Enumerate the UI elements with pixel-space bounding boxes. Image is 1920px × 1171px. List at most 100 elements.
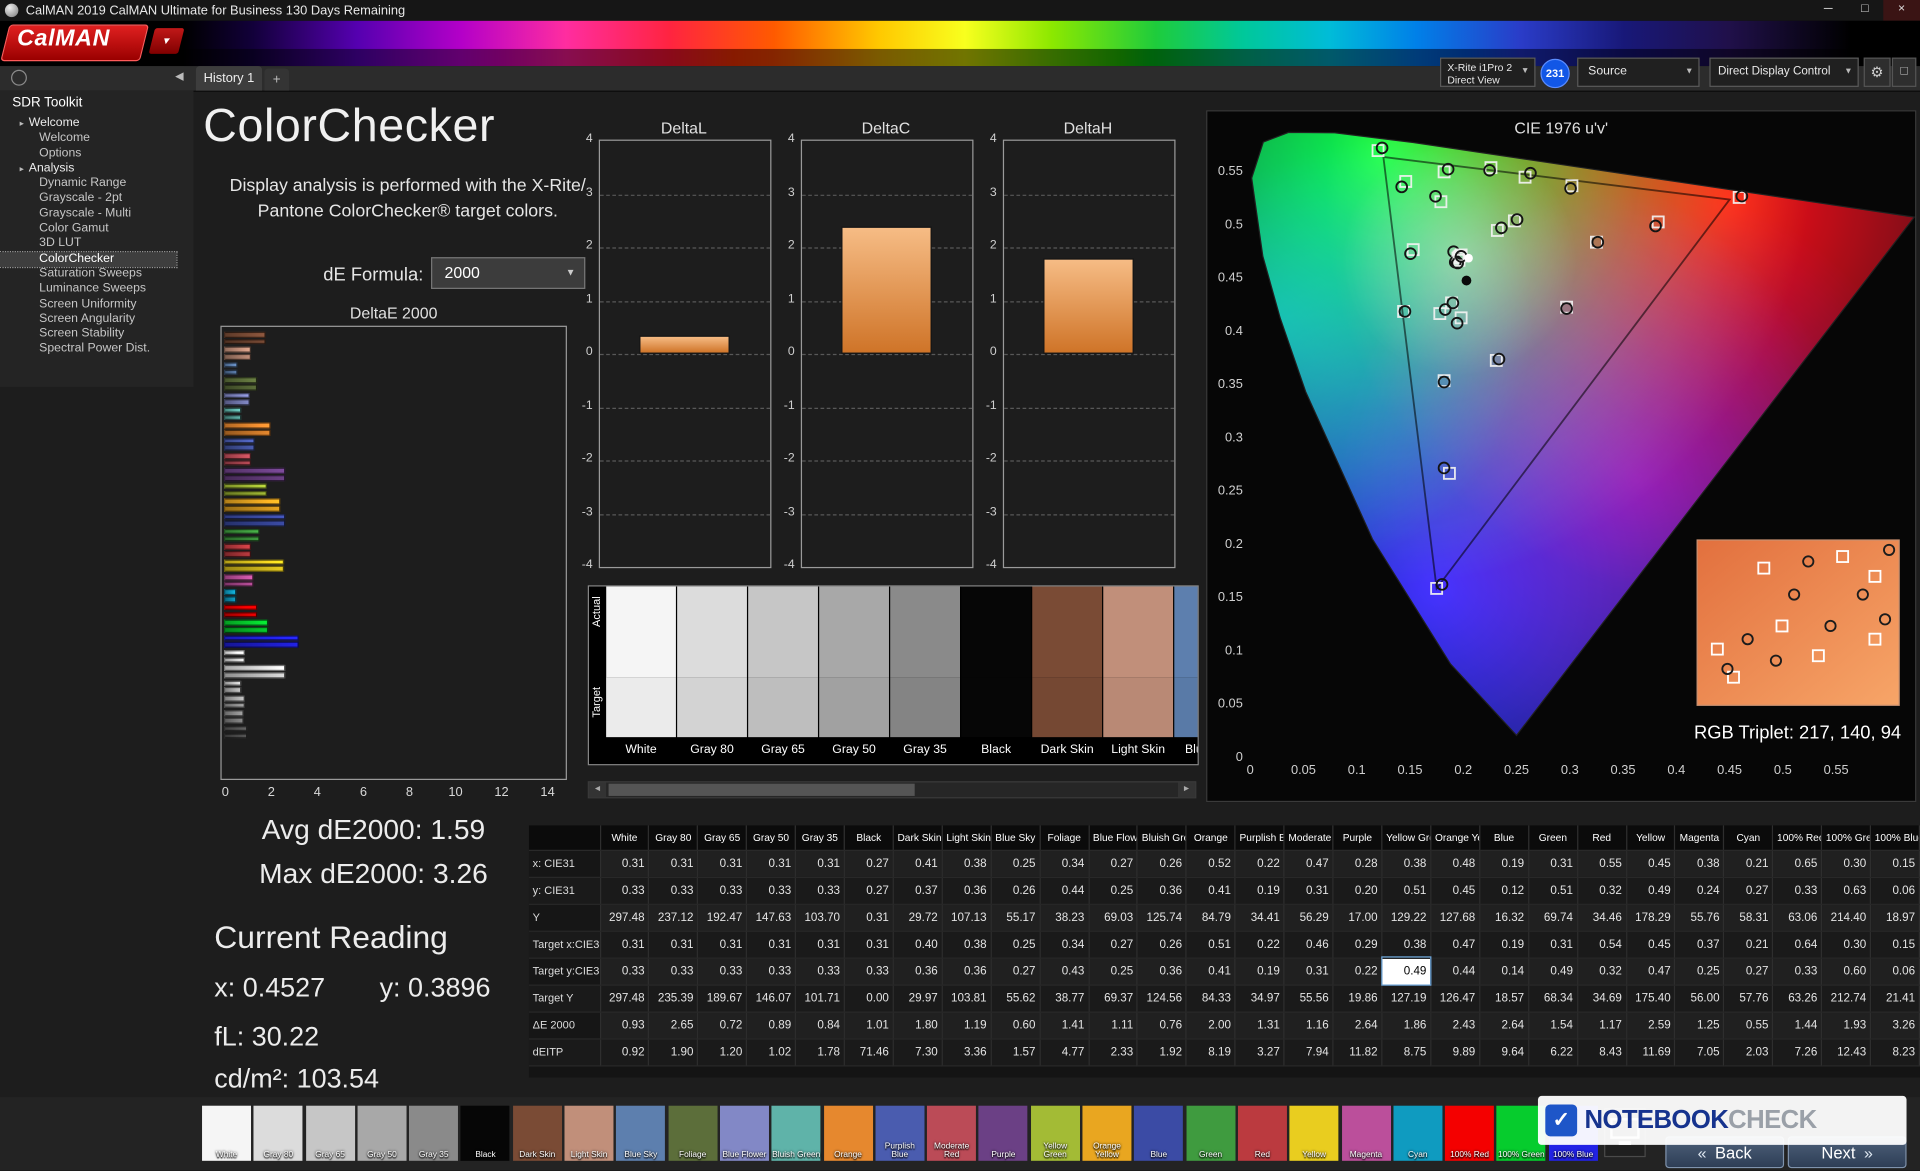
table-cell[interactable]: 1.92 (1137, 1038, 1187, 1066)
sidebar-item-screen-stability[interactable]: Screen Stability (0, 327, 193, 342)
table-cell[interactable]: 0.38 (942, 930, 992, 959)
table-cell[interactable]: 16.32 (1479, 903, 1530, 932)
table-cell[interactable]: 0.51 (1186, 930, 1236, 959)
table-cell[interactable]: 0.15 (1870, 849, 1920, 878)
table-cell[interactable]: 0.33 (844, 957, 894, 986)
table-cell[interactable]: 0.31 (648, 849, 699, 878)
table-cell[interactable]: 127.68 (1430, 903, 1481, 932)
table-cell[interactable]: 0.49 (1528, 957, 1578, 986)
table-cell[interactable]: 0.31 (697, 930, 748, 959)
de-formula-dropdown[interactable]: 2000 ▼ (431, 257, 586, 289)
table-cell[interactable]: 0.25 (990, 930, 1041, 959)
table-cell[interactable]: 1.41 (1039, 1011, 1090, 1039)
table-cell[interactable]: 0.55 (1577, 849, 1627, 878)
table-cell[interactable]: 0.19 (1479, 930, 1530, 959)
table-cell[interactable]: 57.76 (1723, 984, 1774, 1013)
table-cell[interactable]: 2.43 (1430, 1011, 1481, 1039)
sidebar-item-screen-uniformity[interactable]: Screen Uniformity (0, 297, 193, 312)
table-cell[interactable]: 107.13 (942, 903, 992, 932)
table-cell[interactable]: 1.17 (1577, 1011, 1627, 1039)
patch-yellow[interactable]: Yellow (1289, 1105, 1339, 1161)
table-cell[interactable]: 0.34 (1039, 930, 1090, 959)
table-cell[interactable]: 29.72 (893, 903, 943, 932)
table-cell[interactable]: 103.81 (942, 984, 992, 1013)
table-cell[interactable]: 0.31 (600, 930, 650, 959)
table-cell[interactable]: 192.47 (697, 903, 748, 932)
table-cell[interactable]: 0.49 (1380, 956, 1432, 986)
strip-swatch-gray-80[interactable]: Gray 80 (677, 586, 749, 765)
table-cell[interactable]: 0.27 (844, 849, 894, 878)
table-cell[interactable]: 0.47 (1430, 930, 1481, 959)
sidebar-section-welcome[interactable]: ▸ Welcome (0, 116, 193, 131)
scrollbar-thumb[interactable] (608, 783, 915, 796)
table-cell[interactable]: 29.97 (893, 984, 943, 1013)
table-cell[interactable]: 0.33 (795, 957, 845, 986)
scroll-left-arrow[interactable]: ◄ (588, 782, 607, 798)
table-cell[interactable]: 0.41 (1186, 957, 1236, 986)
sidebar-item-spectral-power-dist[interactable]: Spectral Power Dist. (0, 342, 193, 357)
table-cell[interactable]: 0.33 (600, 957, 650, 986)
table-cell[interactable]: 34.41 (1235, 903, 1285, 932)
sidebar-item-options[interactable]: Options (0, 146, 193, 161)
table-cell[interactable]: 1.93 (1821, 1011, 1872, 1039)
table-cell[interactable]: 0.40 (893, 930, 943, 959)
table-cell[interactable]: 11.69 (1626, 1038, 1676, 1066)
table-cell[interactable]: 147.63 (746, 903, 797, 932)
table-cell[interactable]: 1.19 (942, 1011, 992, 1039)
table-cell[interactable]: 0.46 (1284, 930, 1334, 959)
table-cell[interactable]: 103.70 (795, 903, 845, 932)
table-cell[interactable]: 0.64 (1772, 930, 1823, 959)
table-cell[interactable]: 0.31 (648, 930, 699, 959)
table-cell[interactable]: 178.29 (1626, 903, 1676, 932)
table-cell[interactable]: 175.40 (1626, 984, 1676, 1013)
table-cell[interactable]: 0.47 (1284, 849, 1334, 878)
table-cell[interactable]: 0.54 (1577, 930, 1627, 959)
table-cell[interactable]: 0.52 (1186, 849, 1236, 878)
table-cell[interactable]: 0.25 (1675, 957, 1725, 986)
table-cell[interactable]: 0.92 (600, 1038, 650, 1066)
patch-dark-skin[interactable]: Dark Skin (512, 1105, 562, 1161)
table-cell[interactable]: 0.31 (1284, 876, 1334, 905)
table-cell[interactable]: 0.41 (1186, 876, 1236, 905)
meter-dropdown[interactable]: X-Rite i1Pro 2 Direct View ▼ (1440, 57, 1536, 87)
add-tab-button[interactable]: + (264, 68, 289, 91)
table-cell[interactable]: 0.19 (1235, 876, 1285, 905)
table-cell[interactable]: 0.37 (1675, 930, 1725, 959)
table-cell[interactable]: 0.31 (1284, 957, 1334, 986)
calman-logo[interactable]: CalMAN (17, 26, 110, 53)
table-cell[interactable]: 0.19 (1235, 957, 1285, 986)
table-cell[interactable]: 1.90 (648, 1038, 699, 1066)
table-cell[interactable]: 2.64 (1479, 1011, 1530, 1039)
sidebar-section-analysis[interactable]: ▸ Analysis (0, 161, 193, 176)
table-cell[interactable]: 0.89 (746, 1011, 797, 1039)
table-cell[interactable]: 0.45 (1626, 930, 1676, 959)
table-cell[interactable]: 0.48 (1430, 849, 1481, 878)
table-cell[interactable]: 7.30 (893, 1038, 943, 1066)
table-cell[interactable]: 0.26 (990, 876, 1041, 905)
table-cell[interactable]: 0.43 (1039, 957, 1090, 986)
sidebar-item-dynamic-range[interactable]: Dynamic Range (0, 177, 193, 192)
layout-button[interactable]: □ (1891, 57, 1917, 87)
patch-gray-80[interactable]: Gray 80 (253, 1105, 303, 1161)
table-cell[interactable]: 34.97 (1235, 984, 1285, 1013)
table-cell[interactable]: 0.31 (1528, 849, 1578, 878)
table-cell[interactable]: 297.48 (600, 903, 650, 932)
strip-swatch-black[interactable]: Black (961, 586, 1033, 765)
table-cell[interactable]: 68.34 (1528, 984, 1578, 1013)
table-cell[interactable]: 0.33 (648, 957, 699, 986)
table-cell[interactable]: 297.48 (600, 984, 650, 1013)
table-cell[interactable]: 0.63 (1821, 876, 1872, 905)
table-cell[interactable]: 0.31 (746, 849, 797, 878)
strip-swatch-light-skin[interactable]: Light Skin (1103, 586, 1175, 765)
table-cell[interactable]: 1.57 (990, 1038, 1041, 1066)
table-cell[interactable]: 2.65 (648, 1011, 699, 1039)
strip-swatch-gray-35[interactable]: Gray 35 (890, 586, 962, 765)
table-cell[interactable]: 0.27 (1723, 876, 1774, 905)
minimize-button[interactable]: ─ (1810, 0, 1847, 21)
patch-magenta[interactable]: Magenta (1341, 1105, 1391, 1161)
table-cell[interactable]: 6.22 (1528, 1038, 1578, 1066)
meter-count-badge[interactable]: 231 (1540, 58, 1570, 89)
patch-gray-35[interactable]: Gray 35 (409, 1105, 459, 1161)
table-cell[interactable]: 0.19 (1479, 849, 1530, 878)
table-cell[interactable]: 0.22 (1235, 849, 1285, 878)
